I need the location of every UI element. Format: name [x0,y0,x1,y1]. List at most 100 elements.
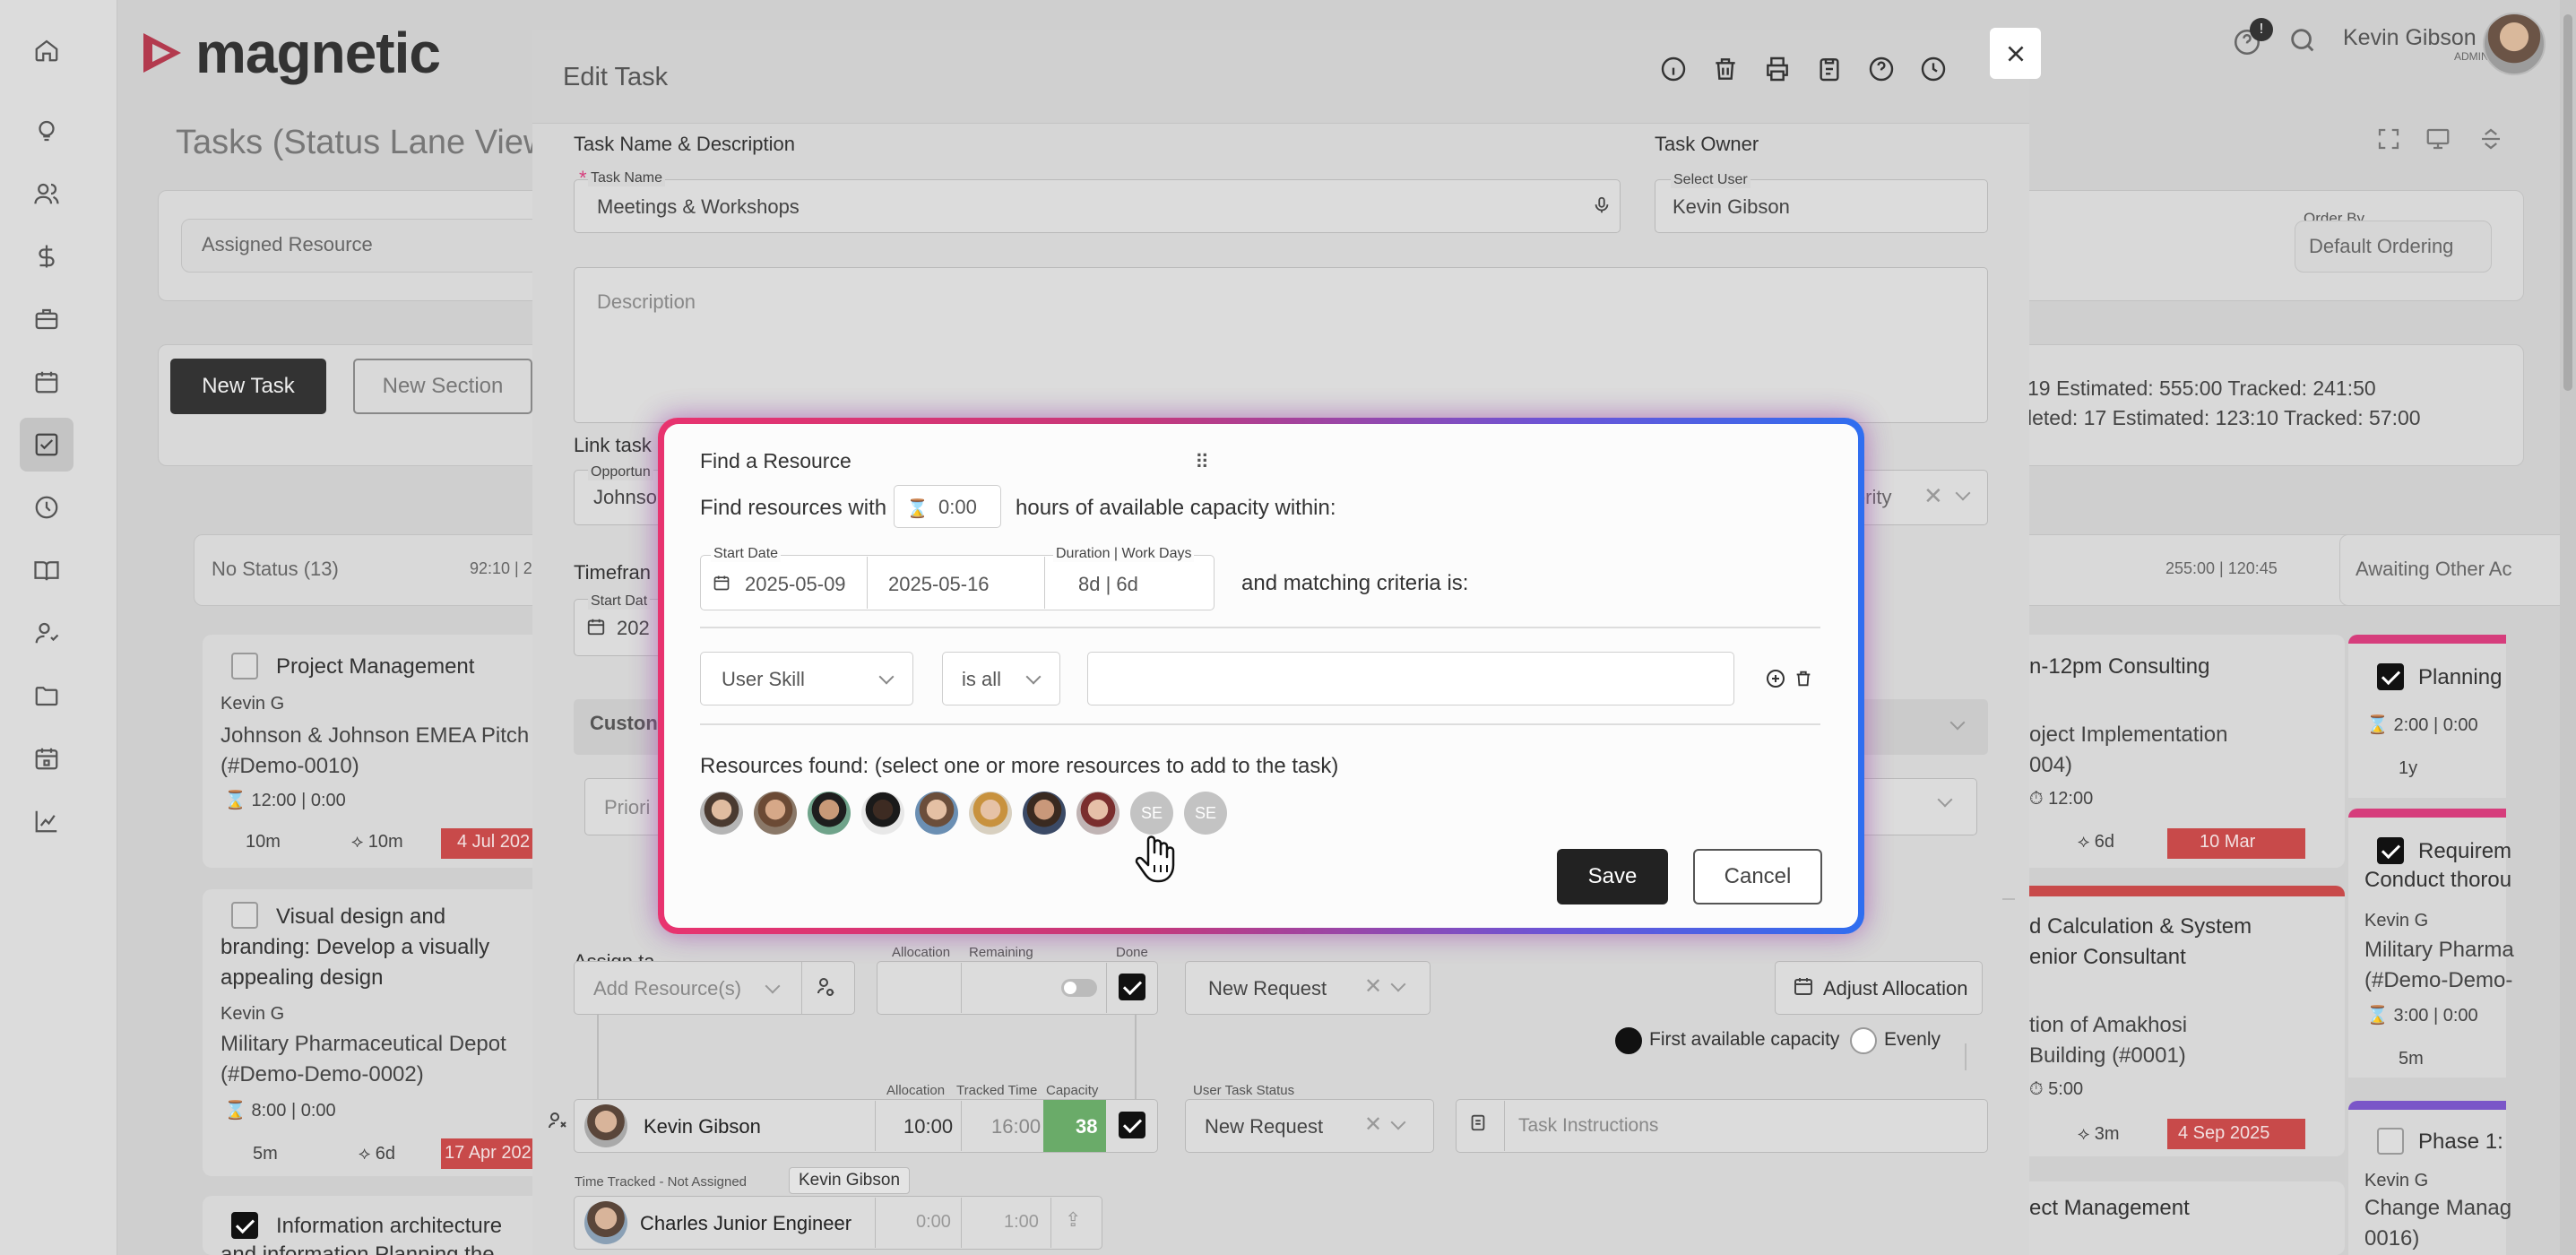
far-card-2-checkbox[interactable] [2377,837,2404,864]
collapse-icon[interactable] [2477,126,2504,157]
resource-avatar-initials-1[interactable]: SE [1130,792,1173,835]
junior-avatar [584,1201,627,1244]
row-tracked-header: Tracked Time [954,1083,1041,1098]
info-icon[interactable] [1656,52,1690,86]
monitor-icon[interactable] [2424,126,2452,157]
print-icon[interactable] [1760,52,1794,86]
history-icon[interactable] [1916,52,1950,86]
far-card-1-estimate: 1y [2399,758,2418,778]
remaining-toggle[interactable] [1061,979,1097,997]
resource-status-clear-icon[interactable]: ✕ [1364,1112,1382,1138]
resource-avatar-6[interactable] [969,792,1012,835]
row-separator-1 [875,1101,876,1151]
home-icon[interactable] [20,23,73,77]
stats-line-1: 19 Estimated: 555:00 Tracked: 241:50 [2027,376,2376,400]
dollar-icon[interactable] [20,229,73,283]
page-scrollbar[interactable] [2560,0,2576,1255]
book-icon[interactable] [20,543,73,597]
criteria-field-value: User Skill [722,668,805,690]
task-card-1-track-value: 10m [367,832,403,852]
first-available-radio[interactable] [1615,1027,1642,1054]
name-tooltip: Kevin Gibson [789,1167,911,1194]
far-card-3-checkbox[interactable] [2377,1128,2404,1155]
resource-avatar-2[interactable] [754,792,797,835]
users-icon[interactable] [20,167,73,221]
right-card-1-code: 004) [2029,753,2073,777]
search-icon[interactable] [2287,25,2318,60]
priority-right-field[interactable] [1859,778,1977,835]
clear-x-icon[interactable]: ✕ [1923,482,1943,510]
delete-criteria-icon[interactable] [1794,668,1813,694]
help-notification-icon[interactable]: ! [2232,18,2273,57]
new-task-button[interactable]: New Task [170,359,326,414]
resource-avatar-5[interactable] [915,792,958,835]
find-start-date-value[interactable]: 2025-05-09 [745,573,846,596]
remove-user-icon[interactable] [547,1110,568,1136]
allocation-group[interactable] [877,961,1158,1015]
drag-handle-icon[interactable]: ⠿ [1195,451,1209,474]
folder-icon[interactable] [20,669,73,723]
find-end-date-value[interactable]: 2025-05-16 [888,573,990,596]
find-calendar-icon [713,573,730,597]
far-card-1-checkbox[interactable] [2377,663,2404,690]
task-card-3-checkbox[interactable] [231,1212,258,1239]
duration-label: Duration | Work Days [1053,546,1195,562]
close-button[interactable] [1990,28,2041,79]
lane-right-time: 255:00 | 120:45 [2165,559,2278,577]
resource-avatar-4[interactable] [861,792,904,835]
criteria-value-input[interactable] [1087,652,1734,705]
status-clear-icon[interactable]: ✕ [1364,974,1382,1000]
cancel-button[interactable]: Cancel [1693,849,1822,904]
tasks-icon[interactable] [20,418,73,472]
task-card-1-owner: Kevin G [220,694,285,714]
expand-icon[interactable] [2375,126,2402,157]
resource-avatar-3[interactable] [808,792,851,835]
divider [2002,898,2015,900]
task-card-3-title: Information architecture [276,1214,503,1238]
far-card-2-estimate: 5m [2399,1049,2424,1069]
task-card-1-title: Project Management [276,654,475,679]
calendar-icon[interactable] [20,355,73,409]
resource-avatar-initials-2[interactable]: SE [1184,792,1227,835]
junior-allocation: 0:00 [916,1212,951,1232]
lightbulb-icon[interactable] [20,104,73,158]
start-date-value: 202 [617,617,650,639]
task-card-1-track: ⟡ 10m [351,832,403,852]
trash-icon[interactable] [1708,52,1742,86]
find-resource-icon[interactable] [816,975,837,1001]
duration-value[interactable]: 8d | 6d [1078,573,1138,596]
pin-icon[interactable]: ⇪ [1065,1208,1081,1232]
help-icon[interactable] [1864,52,1898,86]
save-button[interactable]: Save [1557,849,1668,904]
right-card-1-track-value: 6d [2094,832,2115,852]
far-card-3-title: Phase 1: [2418,1130,2503,1154]
done-separator [1106,963,1107,1013]
resource-avatar-8[interactable] [1076,792,1119,835]
user-name[interactable]: Kevin Gibson [2343,25,2477,51]
allocation-header: Allocation [889,945,954,960]
new-section-button[interactable]: New Section [353,359,532,414]
person-icon[interactable] [20,606,73,660]
clipboard-icon[interactable] [1812,52,1846,86]
resource-allocation[interactable]: 10:00 [903,1115,953,1138]
description-textarea[interactable] [574,267,1988,423]
resource-avatar-7[interactable] [1023,792,1066,835]
task-card-1-checkbox[interactable] [231,653,258,679]
done-checkbox[interactable] [1119,974,1145,1000]
evenly-radio[interactable] [1850,1027,1877,1054]
schedule-icon[interactable] [20,731,73,785]
briefcase-icon[interactable] [20,292,73,346]
chart-icon[interactable] [20,794,73,848]
row-separator-2 [961,1101,962,1151]
resource-avatar-1[interactable] [700,792,743,835]
task-card-1-time-value: 12:00 | 0:00 [251,791,346,810]
microphone-icon[interactable] [1592,194,1612,221]
resource-done-checkbox[interactable] [1119,1112,1145,1138]
clock-icon[interactable] [20,480,73,534]
add-criteria-icon[interactable] [1765,668,1786,694]
page-scrollbar-thumb[interactable] [2563,14,2572,391]
right-card-2-track: ⟡ 3m [2078,1124,2120,1144]
task-card-2-track: ⟡ 6d [359,1144,396,1164]
user-avatar[interactable] [2483,13,2546,75]
far-card-2-title: Requirem [2418,839,2512,863]
